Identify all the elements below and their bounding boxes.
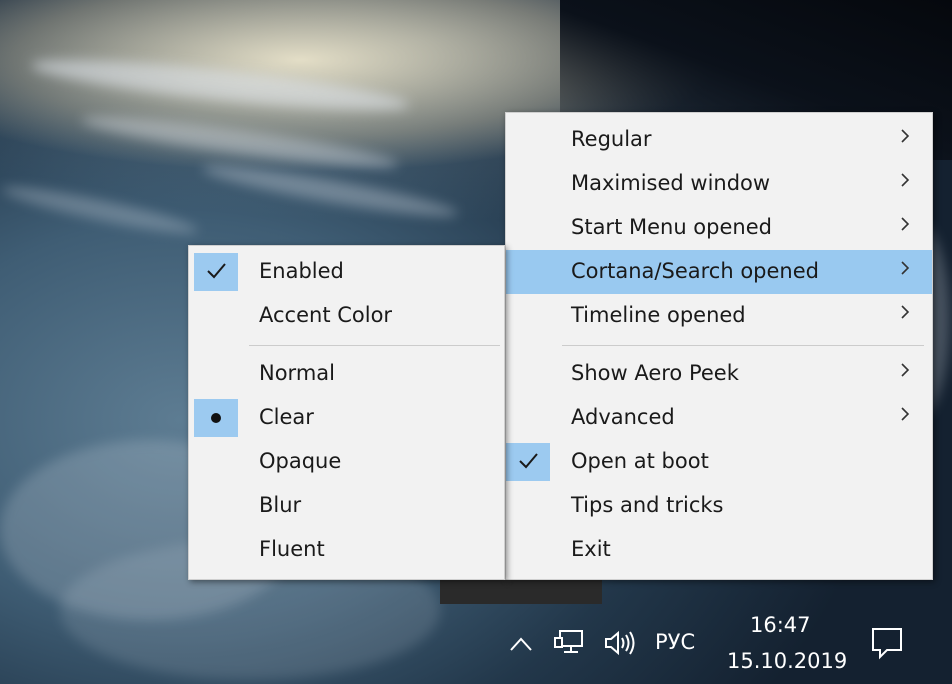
menu-item-cortana-search-opened[interactable]: Cortana/Search opened	[506, 250, 932, 294]
menu-item-label: Enabled	[259, 259, 344, 283]
chevron-up-icon[interactable]	[508, 632, 534, 658]
submenu-item-accent-color[interactable]: Accent Color	[189, 294, 504, 338]
chevron-right-icon	[900, 406, 910, 422]
language-indicator[interactable]: РУС	[655, 630, 695, 654]
menu-item-regular[interactable]: Regular	[506, 118, 932, 162]
menu-item-label: Maximised window	[571, 171, 771, 195]
tray-context-menu: Regular Maximised window Start Menu open…	[505, 112, 933, 580]
menu-item-maximised-window[interactable]: Maximised window	[506, 162, 932, 206]
menu-item-exit[interactable]: Exit	[506, 528, 932, 572]
clock-time[interactable]: 16:47	[750, 613, 811, 637]
menu-item-label: Fluent	[259, 537, 325, 561]
menu-item-label: Start Menu opened	[571, 215, 772, 239]
chevron-right-icon	[900, 172, 910, 188]
submenu-item-clear[interactable]: Clear	[189, 396, 504, 440]
volume-icon[interactable]	[603, 628, 637, 663]
menu-item-tips-and-tricks[interactable]: Tips and tricks	[506, 484, 932, 528]
menu-item-label: Clear	[259, 405, 314, 429]
cloud-band	[29, 50, 411, 120]
submenu-item-enabled[interactable]: Enabled	[189, 250, 504, 294]
menu-item-advanced[interactable]: Advanced	[506, 396, 932, 440]
submenu-item-normal[interactable]: Normal	[189, 352, 504, 396]
checkmark-icon	[506, 443, 550, 481]
cloud-band	[200, 157, 460, 225]
chevron-right-icon	[900, 304, 910, 320]
menu-item-label: Show Aero Peek	[571, 361, 739, 385]
submenu-item-blur[interactable]: Blur	[189, 484, 504, 528]
network-icon[interactable]	[554, 628, 586, 663]
chevron-right-icon	[900, 362, 910, 378]
menu-item-label: Tips and tricks	[571, 493, 724, 517]
cloud-band	[79, 107, 401, 177]
menu-separator	[562, 345, 924, 346]
submenu-item-fluent[interactable]: Fluent	[189, 528, 504, 572]
menu-item-label: Regular	[571, 127, 652, 151]
menu-item-show-aero-peek[interactable]: Show Aero Peek	[506, 352, 932, 396]
radio-dot-icon	[194, 399, 238, 437]
clock-date[interactable]: 15.10.2019	[727, 649, 847, 673]
menu-item-label: Cortana/Search opened	[571, 259, 819, 283]
menu-item-label: Opaque	[259, 449, 342, 473]
menu-item-label: Open at boot	[571, 449, 709, 473]
menu-item-timeline-opened[interactable]: Timeline opened	[506, 294, 932, 338]
checkmark-icon	[194, 253, 238, 291]
menu-item-label: Normal	[259, 361, 335, 385]
submenu-item-opaque[interactable]: Opaque	[189, 440, 504, 484]
notification-icon[interactable]	[870, 626, 904, 665]
menu-item-start-menu-opened[interactable]: Start Menu opened	[506, 206, 932, 250]
menu-item-label: Blur	[259, 493, 302, 517]
menu-item-label: Exit	[571, 537, 611, 561]
menu-item-label: Advanced	[571, 405, 675, 429]
menu-item-label: Accent Color	[259, 303, 393, 327]
chevron-right-icon	[900, 260, 910, 276]
menu-separator	[249, 345, 500, 346]
cloud-band	[0, 179, 200, 241]
cortana-submenu: Enabled Accent Color Normal Clear Opaque…	[188, 245, 505, 580]
menu-item-label: Timeline opened	[571, 303, 746, 327]
chevron-right-icon	[900, 216, 910, 232]
chevron-right-icon	[900, 128, 910, 144]
menu-item-open-at-boot[interactable]: Open at boot	[506, 440, 932, 484]
